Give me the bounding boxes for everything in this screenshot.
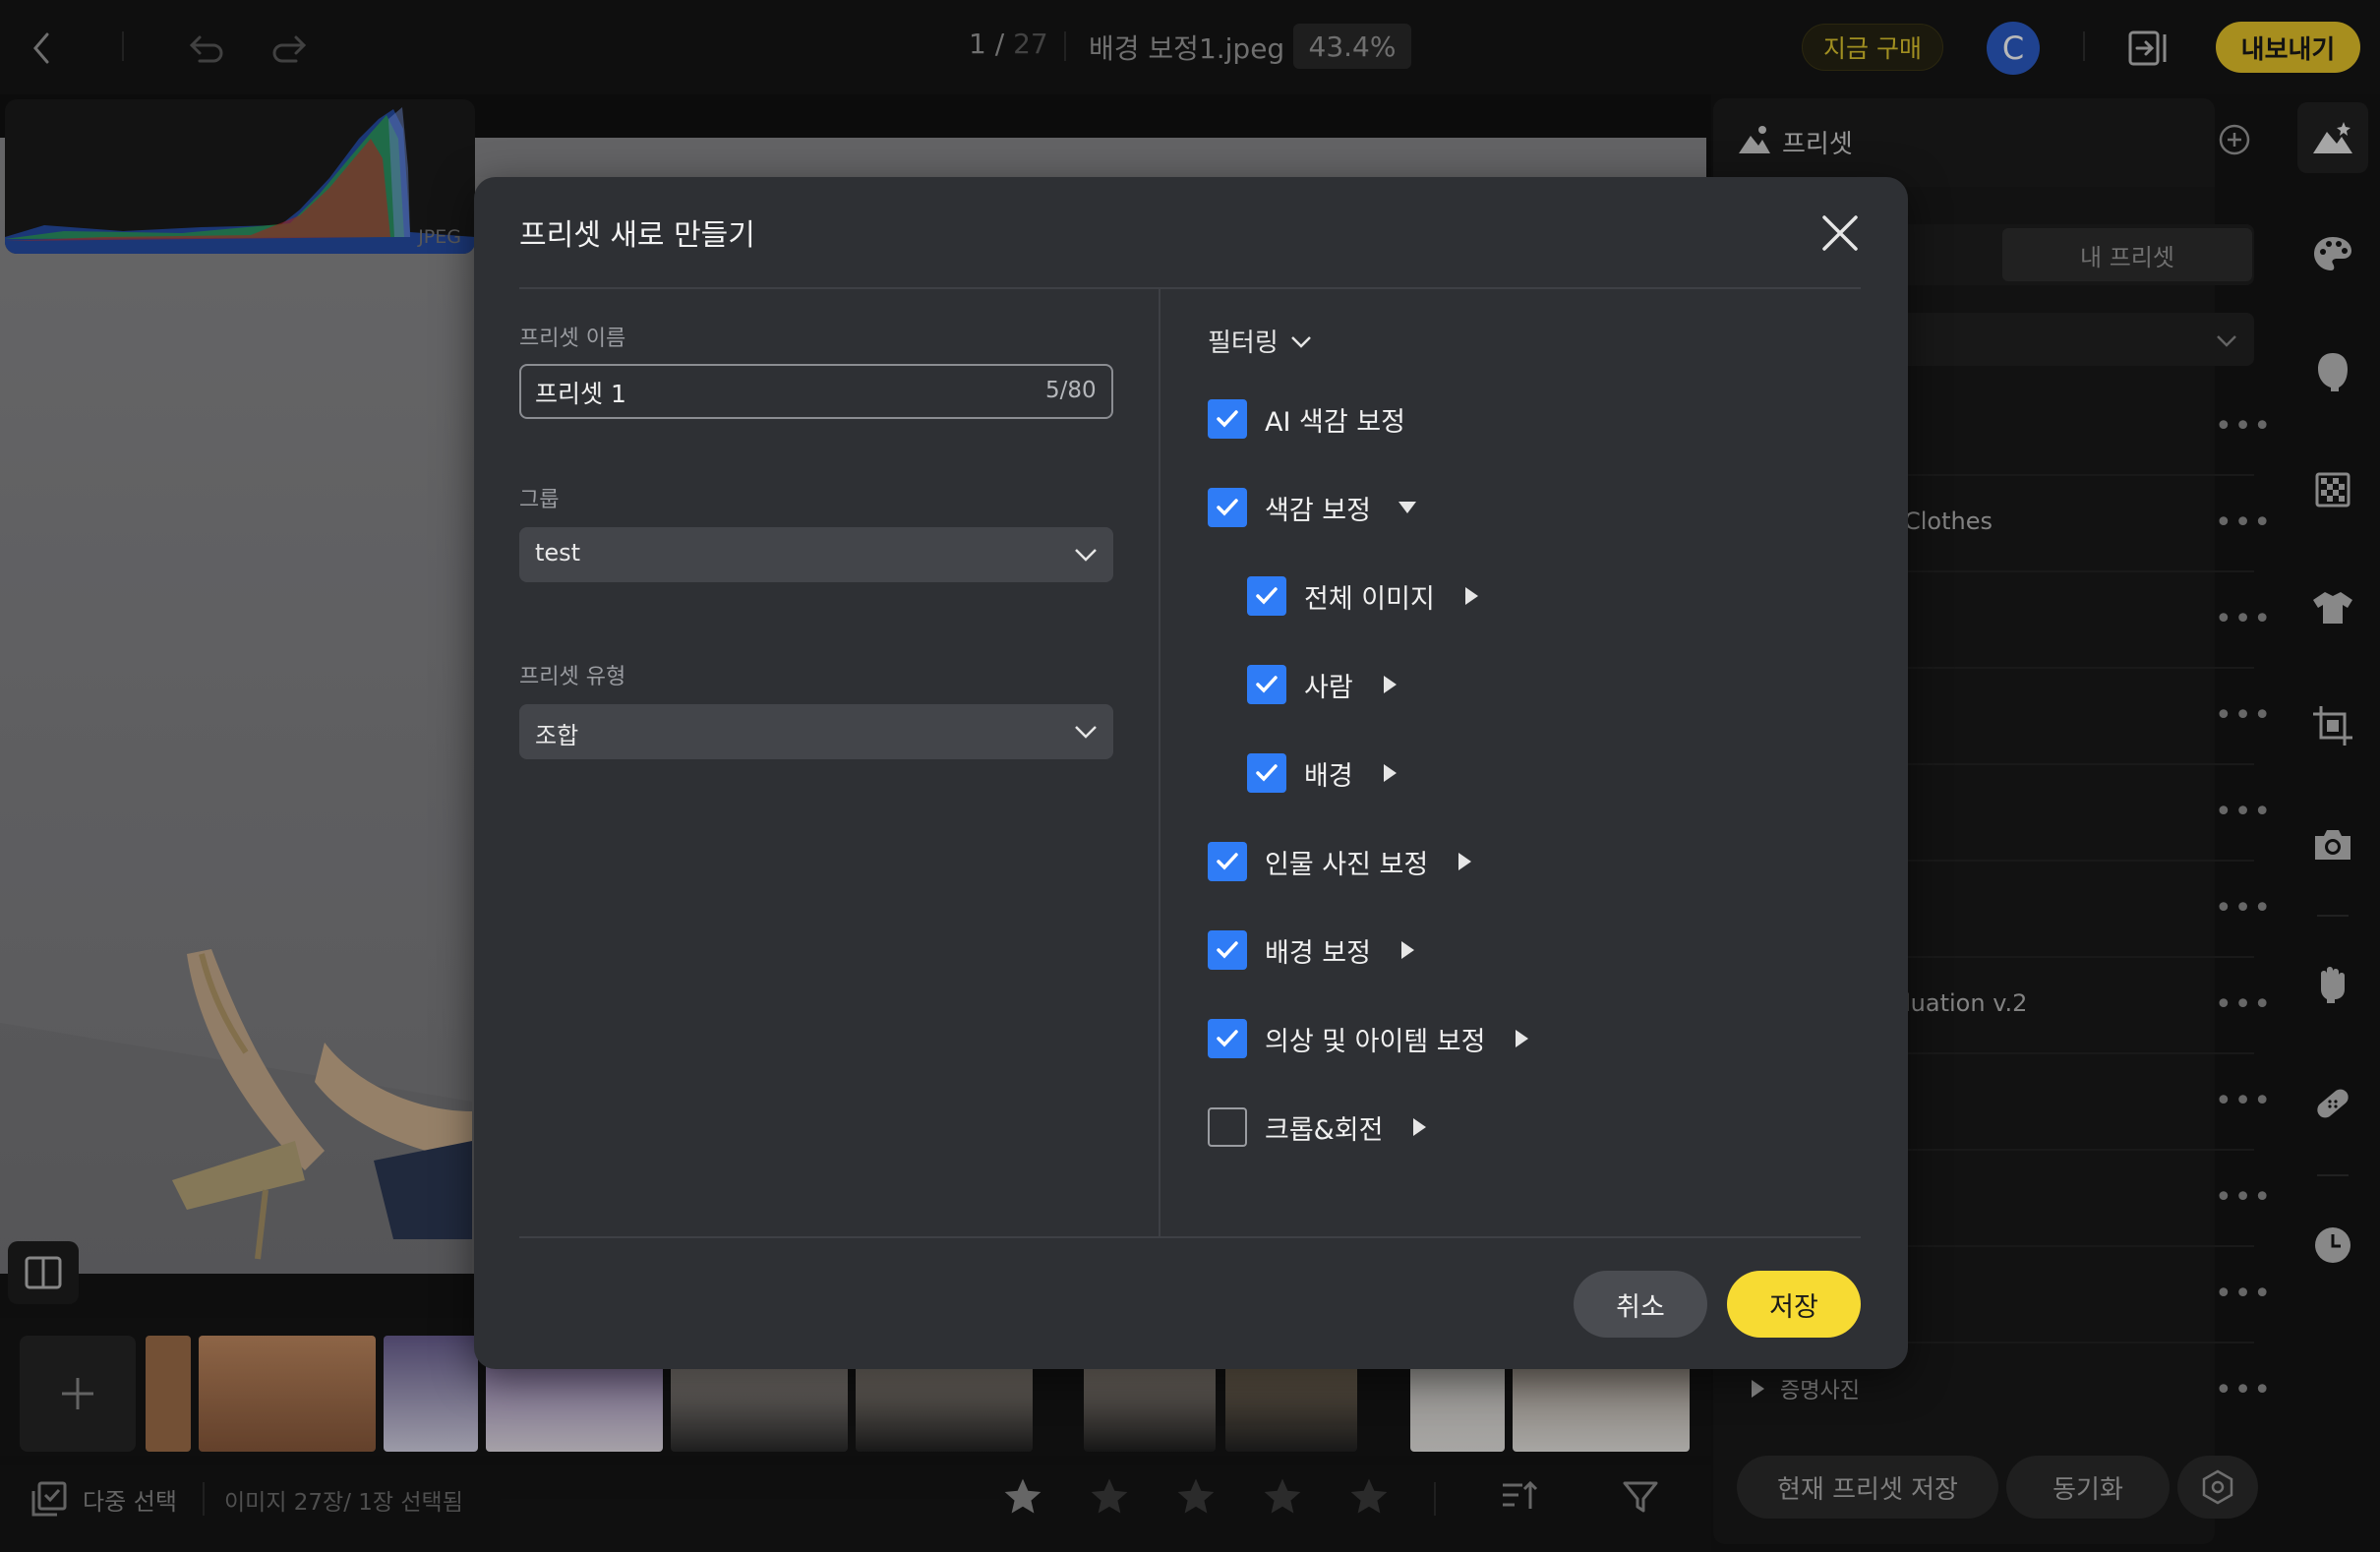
checkbox-checked[interactable] bbox=[1247, 753, 1286, 793]
caret-right-icon[interactable] bbox=[1511, 1028, 1532, 1049]
option-label: 배경 bbox=[1304, 760, 1353, 792]
dialog-title: 프리셋 새로 만들기 bbox=[519, 218, 755, 253]
option-label: 크롭&회전 bbox=[1265, 1114, 1384, 1146]
preset-name-value: 프리셋 1 bbox=[535, 380, 626, 408]
chevron-down-icon bbox=[1290, 335, 1311, 348]
divider bbox=[519, 1236, 1861, 1238]
close-dialog-button[interactable] bbox=[1815, 209, 1865, 258]
checkbox-checked[interactable] bbox=[1208, 1019, 1247, 1058]
checkbox-unchecked[interactable] bbox=[1208, 1107, 1247, 1147]
chevron-down-icon bbox=[1075, 549, 1097, 562]
filter-toggle[interactable]: 필터링 bbox=[1208, 323, 1314, 359]
preset-name-char-count: 5/80 bbox=[1045, 378, 1097, 403]
option-ai-color[interactable]: AI 색감 보정 bbox=[1208, 399, 1405, 439]
checkbox-checked[interactable] bbox=[1208, 399, 1247, 439]
close-icon bbox=[1822, 215, 1858, 251]
preset-type-select[interactable] bbox=[519, 704, 1113, 759]
option-crop-rotate[interactable]: 크롭&회전 bbox=[1208, 1107, 1430, 1147]
option-clothes-items[interactable]: 의상 및 아이템 보정 bbox=[1208, 1019, 1532, 1058]
preset-type-label: 프리셋 유형 bbox=[519, 665, 626, 689]
caret-right-icon[interactable] bbox=[1460, 585, 1482, 607]
option-label: 전체 이미지 bbox=[1304, 583, 1435, 615]
caret-right-icon[interactable] bbox=[1408, 1116, 1430, 1138]
caret-down-icon[interactable] bbox=[1397, 497, 1418, 518]
caret-right-icon[interactable] bbox=[1379, 674, 1400, 695]
option-label: 배경 보정 bbox=[1265, 937, 1371, 969]
option-label: 사람 bbox=[1304, 672, 1353, 703]
checkbox-checked[interactable] bbox=[1247, 665, 1286, 704]
divider bbox=[1159, 289, 1160, 1236]
preset-type-value: 조합 bbox=[535, 722, 579, 749]
option-background[interactable]: 배경 bbox=[1247, 753, 1400, 793]
caret-right-icon[interactable] bbox=[1454, 851, 1475, 872]
divider bbox=[519, 287, 1861, 289]
chevron-down-icon bbox=[1075, 726, 1097, 739]
option-whole-image[interactable]: 전체 이미지 bbox=[1247, 576, 1482, 616]
group-label: 그룹 bbox=[519, 488, 560, 512]
filter-label: 필터링 bbox=[1208, 328, 1279, 358]
option-person[interactable]: 사람 bbox=[1247, 665, 1400, 704]
caret-right-icon[interactable] bbox=[1397, 939, 1418, 961]
group-select-value: test bbox=[535, 539, 581, 567]
save-button[interactable]: 저장 bbox=[1727, 1271, 1861, 1338]
caret-right-icon[interactable] bbox=[1379, 762, 1400, 784]
option-label: AI 색감 보정 bbox=[1265, 406, 1405, 438]
option-label: 색감 보정 bbox=[1265, 495, 1371, 526]
create-preset-dialog bbox=[474, 177, 1908, 1369]
checkbox-checked[interactable] bbox=[1208, 930, 1247, 970]
option-label: 의상 및 아이템 보정 bbox=[1265, 1026, 1486, 1057]
checkbox-checked[interactable] bbox=[1208, 488, 1247, 527]
option-portrait-retouch[interactable]: 인물 사진 보정 bbox=[1208, 842, 1475, 881]
cancel-button[interactable]: 취소 bbox=[1574, 1271, 1707, 1338]
option-color-correction[interactable]: 색감 보정 bbox=[1208, 488, 1418, 527]
option-label: 인물 사진 보정 bbox=[1265, 849, 1429, 880]
checkbox-checked[interactable] bbox=[1208, 842, 1247, 881]
checkbox-checked[interactable] bbox=[1247, 576, 1286, 616]
group-select[interactable] bbox=[519, 527, 1113, 582]
preset-name-label: 프리셋 이름 bbox=[519, 327, 626, 351]
option-background-retouch[interactable]: 배경 보정 bbox=[1208, 930, 1418, 970]
